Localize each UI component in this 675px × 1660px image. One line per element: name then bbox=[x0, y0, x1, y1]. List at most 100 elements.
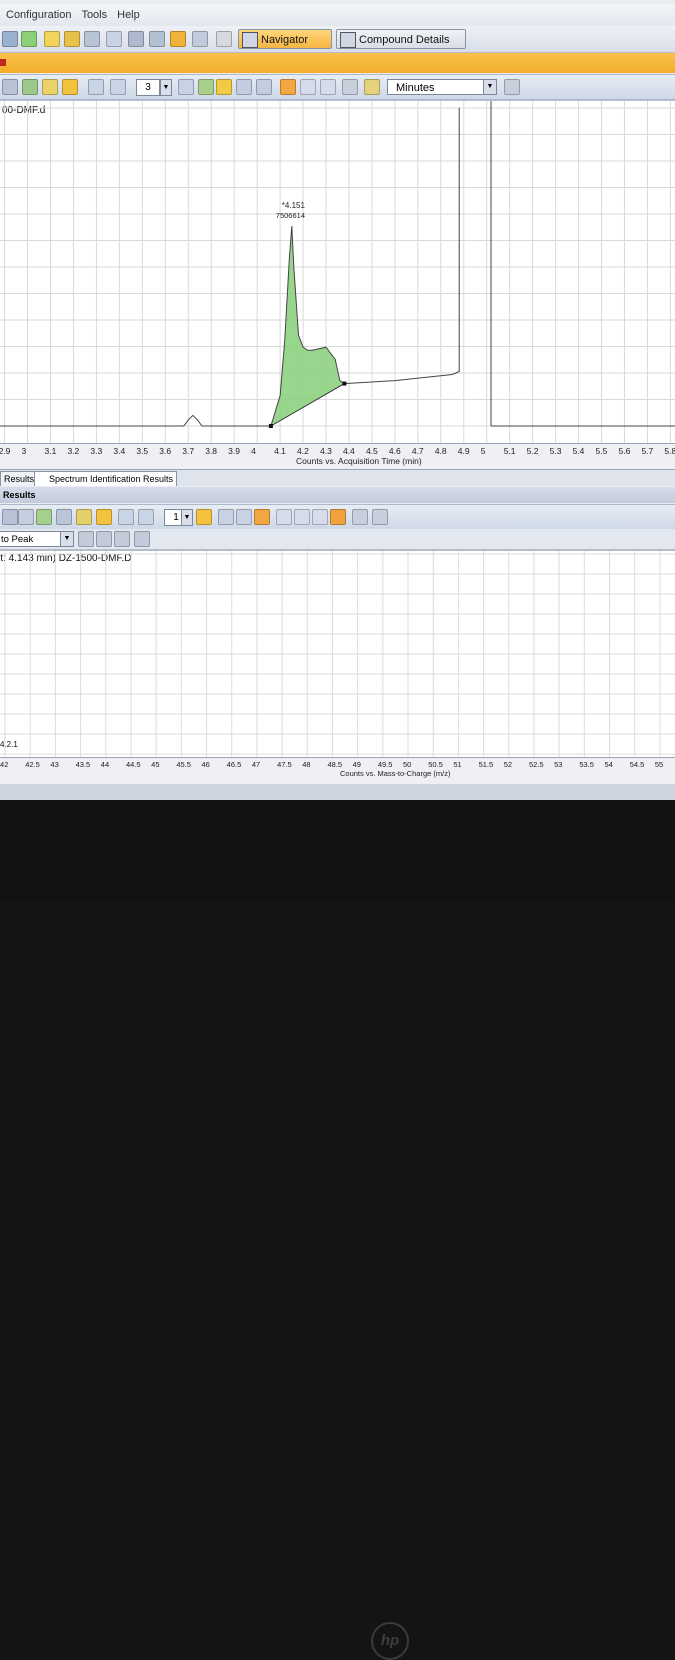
extract-icon[interactable] bbox=[96, 531, 112, 547]
x-tick-label: 5.2 bbox=[526, 446, 539, 456]
x-tick-label: 42.5 bbox=[25, 760, 40, 769]
x-tick-label: 4.9 bbox=[457, 446, 470, 456]
peak-select[interactable]: to Peak ▼ bbox=[0, 531, 74, 547]
baseline-icon[interactable] bbox=[256, 79, 272, 95]
compound-details-icon bbox=[340, 32, 356, 48]
menu-bar: Configuration Tools Help bbox=[0, 4, 675, 26]
normalize-icon[interactable] bbox=[312, 509, 328, 525]
x-tick-label: 3 bbox=[21, 446, 27, 456]
marker-icon[interactable] bbox=[196, 509, 212, 525]
x-tick-label: 3.2 bbox=[67, 446, 80, 456]
status-bar bbox=[0, 784, 675, 800]
peak-rt-label: *4.151 bbox=[282, 201, 306, 210]
x-tick-label: 4.1 bbox=[274, 446, 286, 456]
x-tick-label: 51.5 bbox=[478, 760, 494, 769]
print-icon[interactable] bbox=[504, 79, 520, 95]
peak-icon[interactable] bbox=[62, 79, 78, 95]
x-tick-label: 3.1 bbox=[44, 446, 57, 456]
peak-select-value: to Peak bbox=[1, 534, 34, 545]
x-tick-label: 50 bbox=[403, 760, 412, 769]
x-tick-label: 4.5 bbox=[365, 446, 378, 456]
link-icon[interactable] bbox=[192, 31, 208, 47]
integration-end-marker bbox=[342, 381, 347, 386]
spectrum-chart[interactable] bbox=[0, 551, 675, 758]
peak-select-row: to Peak ▼ bbox=[0, 529, 675, 550]
x-tick-label: 43 bbox=[50, 760, 59, 769]
expand-icon[interactable] bbox=[18, 509, 34, 525]
redo-icon[interactable] bbox=[110, 79, 126, 95]
x-tick-label: 45.5 bbox=[176, 760, 191, 769]
overlay-count-field[interactable]: 3 bbox=[136, 79, 160, 96]
manual-integrate-icon[interactable] bbox=[236, 79, 252, 95]
overlay-count-dropdown[interactable]: ▼ bbox=[160, 79, 172, 96]
x-tick-label: 43.5 bbox=[75, 760, 91, 769]
menu-tools[interactable]: Tools bbox=[81, 9, 107, 21]
spectrum-x-axis: 42 42.5 43 43.5 44 44.5 45 45.5 46 46.5 47 47.5 48 48… bbox=[0, 757, 675, 784]
integrate-icon[interactable] bbox=[216, 79, 232, 95]
x-tick-label: 3.4 bbox=[113, 446, 126, 456]
peak-icon[interactable] bbox=[96, 509, 112, 525]
chromatogram-chart[interactable]: *4.1517506614 bbox=[0, 101, 675, 444]
filter-icon[interactable] bbox=[149, 31, 165, 47]
peak-area-label: 7506614 bbox=[276, 211, 305, 220]
export-icon[interactable] bbox=[216, 31, 232, 47]
compound-details-view-button[interactable]: Compound Details View bbox=[336, 29, 466, 66]
x-tick-label: 4.2 bbox=[297, 446, 309, 456]
overlay-icon[interactable] bbox=[330, 509, 346, 525]
copy-icon[interactable] bbox=[78, 531, 94, 547]
time-unit-select[interactable]: Minutes ▼ bbox=[387, 79, 497, 95]
label-peaks-icon[interactable] bbox=[236, 509, 252, 525]
peak-warning-icon[interactable] bbox=[44, 31, 60, 47]
x-tick-label: 42 bbox=[0, 760, 9, 769]
gear-icon[interactable] bbox=[128, 31, 144, 47]
zoom-icon[interactable] bbox=[42, 79, 58, 95]
spectrum-icon[interactable] bbox=[170, 31, 186, 47]
select-icon[interactable] bbox=[2, 509, 18, 525]
application-window: Configuration Tools Help Navigator View … bbox=[0, 0, 675, 800]
cloud-icon[interactable] bbox=[106, 31, 122, 47]
x-tick-label: 2.9 bbox=[0, 446, 11, 456]
percent-icon[interactable] bbox=[300, 79, 316, 95]
percent-scale-icon[interactable] bbox=[280, 79, 296, 95]
check-icon[interactable] bbox=[36, 509, 52, 525]
redo-icon[interactable] bbox=[138, 509, 154, 525]
overlay-icon[interactable] bbox=[342, 79, 358, 95]
autoscale-x-icon[interactable] bbox=[218, 509, 234, 525]
arrow-icon[interactable] bbox=[21, 31, 37, 47]
table-icon[interactable] bbox=[84, 31, 100, 47]
check-icon[interactable] bbox=[22, 79, 38, 95]
x-tick-label: 4 bbox=[251, 446, 256, 456]
percent-scale-icon[interactable] bbox=[276, 509, 292, 525]
x-tick-label: 5.3 bbox=[549, 446, 562, 456]
select-icon[interactable] bbox=[2, 79, 18, 95]
grid-icon[interactable] bbox=[2, 31, 18, 47]
autoscale-x-icon[interactable] bbox=[178, 79, 194, 95]
x-tick-label: 5.1 bbox=[503, 446, 516, 456]
x-tick-label: 5 bbox=[480, 446, 486, 456]
clear-icon[interactable] bbox=[364, 79, 380, 95]
print-icon[interactable] bbox=[372, 509, 388, 525]
checkmark-icon[interactable] bbox=[56, 509, 72, 525]
undo-icon[interactable] bbox=[118, 509, 134, 525]
spectrum-overlay-count-dropdown[interactable]: ▼ bbox=[181, 509, 193, 526]
menu-help[interactable]: Help bbox=[117, 9, 140, 21]
navigator-view-button[interactable]: Navigator View bbox=[238, 29, 332, 66]
options-icon[interactable] bbox=[134, 531, 150, 547]
x-tick-label: 55 bbox=[654, 760, 664, 769]
x-tick-label: 47.5 bbox=[277, 760, 292, 769]
normalize-icon[interactable] bbox=[320, 79, 336, 95]
tab-spectrum-identification-results[interactable]: Spectrum Identification Results bbox=[34, 471, 178, 486]
clear-icon[interactable] bbox=[352, 509, 368, 525]
hp-logo: hp bbox=[371, 1622, 409, 1660]
percent-icon[interactable] bbox=[294, 509, 310, 525]
undo-icon[interactable] bbox=[88, 79, 104, 95]
tab-results[interactable]: Results bbox=[0, 471, 39, 486]
x-tick-label: 45 bbox=[151, 760, 160, 769]
bar-chart-icon[interactable] bbox=[64, 31, 80, 47]
zoom-icon[interactable] bbox=[76, 509, 92, 525]
centroid-icon[interactable] bbox=[254, 509, 270, 525]
close-icon[interactable] bbox=[114, 531, 130, 547]
x-tick-label: 44.5 bbox=[125, 760, 141, 769]
menu-configuration[interactable]: Configuration bbox=[6, 9, 71, 21]
autoscale-y-icon[interactable] bbox=[198, 79, 214, 95]
